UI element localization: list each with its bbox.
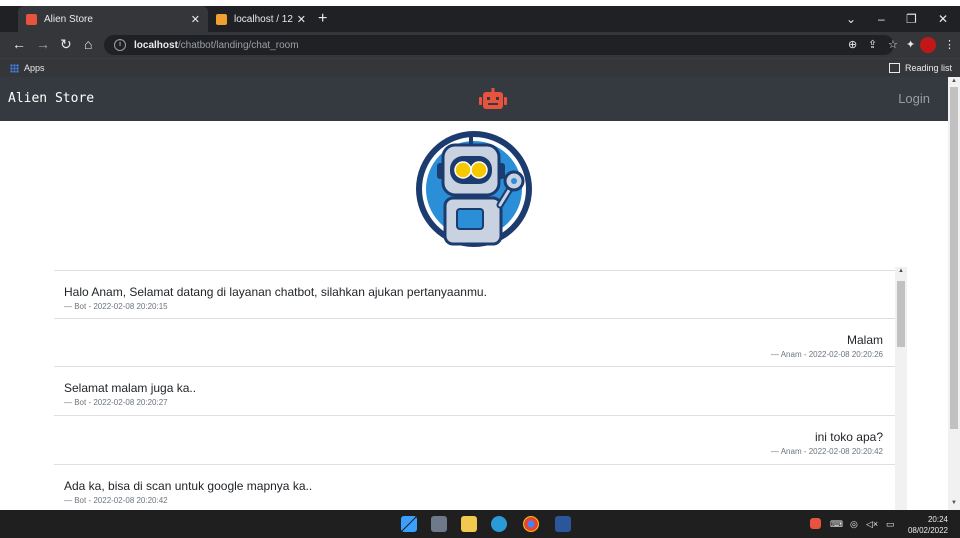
menu-icon[interactable]: ⋮ bbox=[944, 38, 955, 51]
apps-shortcut[interactable]: Apps bbox=[10, 63, 45, 73]
url-host: localhost bbox=[134, 39, 178, 51]
chat-scrollbar[interactable]: ▲ bbox=[895, 267, 907, 510]
chrome-icon[interactable] bbox=[523, 516, 539, 532]
bookmark-star-icon[interactable]: ☆ bbox=[888, 38, 898, 51]
apps-label: Apps bbox=[24, 63, 45, 73]
message-text: Malam bbox=[846, 333, 883, 347]
clock-date: 08/02/2022 bbox=[907, 526, 948, 535]
apps-grid-icon bbox=[10, 63, 19, 73]
message-meta: — Bot - 2022-02-08 20:20:15 bbox=[64, 302, 168, 311]
scroll-up-arrow-icon[interactable]: ▲ bbox=[951, 78, 957, 84]
chat-message-user: Malam — Anam - 2022-02-08 20:20:26 bbox=[54, 318, 895, 365]
file-explorer-icon[interactable] bbox=[461, 516, 477, 532]
browser-toolbar: ← → ↻ ⌂ i localhost /chatbot/landing/cha… bbox=[0, 32, 960, 58]
message-meta: — Bot - 2022-02-08 20:20:27 bbox=[64, 398, 168, 407]
forward-button[interactable]: → bbox=[36, 36, 50, 52]
reload-button[interactable]: ↻ bbox=[60, 36, 72, 53]
chatbot-favicon-icon bbox=[26, 13, 37, 25]
volume-icon[interactable]: ◁× bbox=[866, 519, 878, 530]
tab-alien-store[interactable]: Alien Store ✕ bbox=[18, 6, 208, 32]
windows-taskbar: ⌨ ◎ ◁× ▭ 20:24 08/02/2022 bbox=[0, 510, 960, 538]
message-meta: — Bot - 2022-02-08 20:20:42 bbox=[64, 496, 168, 505]
tab-title: Alien Store bbox=[44, 13, 93, 25]
login-link[interactable]: Login bbox=[898, 91, 930, 106]
message-text: Ada ka, bisa di scan untuk google mapnya… bbox=[64, 479, 313, 493]
message-text: Halo Anam, Selamat datang di layanan cha… bbox=[64, 285, 487, 299]
close-tab-icon[interactable]: ✕ bbox=[297, 13, 306, 26]
reading-list-icon bbox=[888, 63, 900, 73]
site-info-icon[interactable]: i bbox=[114, 39, 126, 51]
chat-scrollbar-thumb[interactable] bbox=[897, 281, 905, 347]
new-tab-button[interactable]: + bbox=[318, 10, 327, 28]
chat-room[interactable]: Halo Anam, Selamat datang di layanan cha… bbox=[54, 267, 907, 510]
robot-mascot-icon bbox=[416, 131, 532, 247]
close-window-button[interactable]: ✕ bbox=[938, 12, 948, 26]
page-scrollbar-thumb[interactable] bbox=[950, 87, 958, 429]
message-meta: — Anam - 2022-02-08 20:20:26 bbox=[770, 350, 883, 359]
profile-avatar[interactable] bbox=[920, 37, 936, 53]
tab-strip: Alien Store ✕ localhost / 127.0.0.1 / ch… bbox=[0, 6, 960, 32]
back-button[interactable]: ← bbox=[12, 36, 26, 52]
tab-phpmyadmin[interactable]: localhost / 127.0.0.1 / chatbot | p ✕ bbox=[208, 6, 314, 32]
share-icon[interactable]: ⇪ bbox=[868, 38, 877, 51]
reading-list-label: Reading list bbox=[904, 63, 952, 73]
phpmyadmin-favicon-icon bbox=[216, 13, 227, 25]
network-icon[interactable]: ◎ bbox=[850, 519, 858, 530]
edge-icon[interactable] bbox=[491, 516, 507, 532]
page-scrollbar[interactable]: ▲ ▼ bbox=[948, 77, 960, 510]
brand-link[interactable]: Alien Store bbox=[8, 91, 94, 106]
browser-chrome: Alien Store ✕ localhost / 127.0.0.1 / ch… bbox=[0, 6, 960, 78]
reading-list-button[interactable]: Reading list bbox=[888, 63, 952, 73]
tab-search-icon[interactable]: ⌄ bbox=[846, 12, 856, 26]
message-text: ini toko apa? bbox=[814, 430, 883, 444]
start-button[interactable] bbox=[401, 516, 417, 532]
message-meta: — Anam - 2022-02-08 20:20:42 bbox=[770, 447, 883, 456]
site-navbar: Alien Store Login bbox=[0, 77, 948, 121]
message-text: Selamat malam juga ka.. bbox=[64, 381, 197, 395]
extensions-icon[interactable]: ✦ bbox=[906, 38, 915, 51]
system-clock[interactable]: 20:24 08/02/2022 bbox=[908, 514, 948, 536]
tray-chatbot-icon[interactable] bbox=[810, 518, 821, 529]
tab-title: localhost / 127.0.0.1 / chatbot | p bbox=[234, 13, 293, 25]
chat-message-bot: Ada ka, bisa di scan untuk google mapnya… bbox=[54, 464, 895, 510]
restore-button[interactable]: ❐ bbox=[906, 12, 917, 26]
url-path: /chatbot/landing/chat_room bbox=[177, 39, 299, 51]
scroll-up-arrow-icon[interactable]: ▲ bbox=[898, 268, 904, 274]
page-viewport: Alien Store Login Halo Anam, Selamat dat… bbox=[0, 77, 960, 510]
battery-icon[interactable]: ▭ bbox=[886, 519, 895, 530]
word-icon[interactable] bbox=[555, 516, 571, 532]
home-button[interactable]: ⌂ bbox=[84, 36, 92, 52]
task-view-icon[interactable] bbox=[431, 516, 447, 532]
zoom-icon[interactable]: ⊕ bbox=[848, 38, 857, 51]
minimize-button[interactable]: – bbox=[878, 12, 885, 26]
robot-icon bbox=[479, 88, 507, 109]
scroll-down-arrow-icon[interactable]: ▼ bbox=[951, 500, 957, 506]
address-bar[interactable]: i localhost /chatbot/landing/chat_room bbox=[104, 35, 894, 55]
chat-message-bot: Selamat malam juga ka.. — Bot - 2022-02-… bbox=[54, 366, 895, 413]
close-tab-icon[interactable]: ✕ bbox=[191, 13, 200, 26]
chat-message-bot: Halo Anam, Selamat datang di layanan cha… bbox=[54, 270, 895, 317]
chat-message-user: ini toko apa? — Anam - 2022-02-08 20:20:… bbox=[54, 415, 895, 462]
bookmarks-bar: Apps Reading list bbox=[0, 58, 960, 78]
clock-time: 20:24 bbox=[927, 515, 948, 524]
keyboard-icon[interactable]: ⌨ bbox=[830, 519, 843, 530]
